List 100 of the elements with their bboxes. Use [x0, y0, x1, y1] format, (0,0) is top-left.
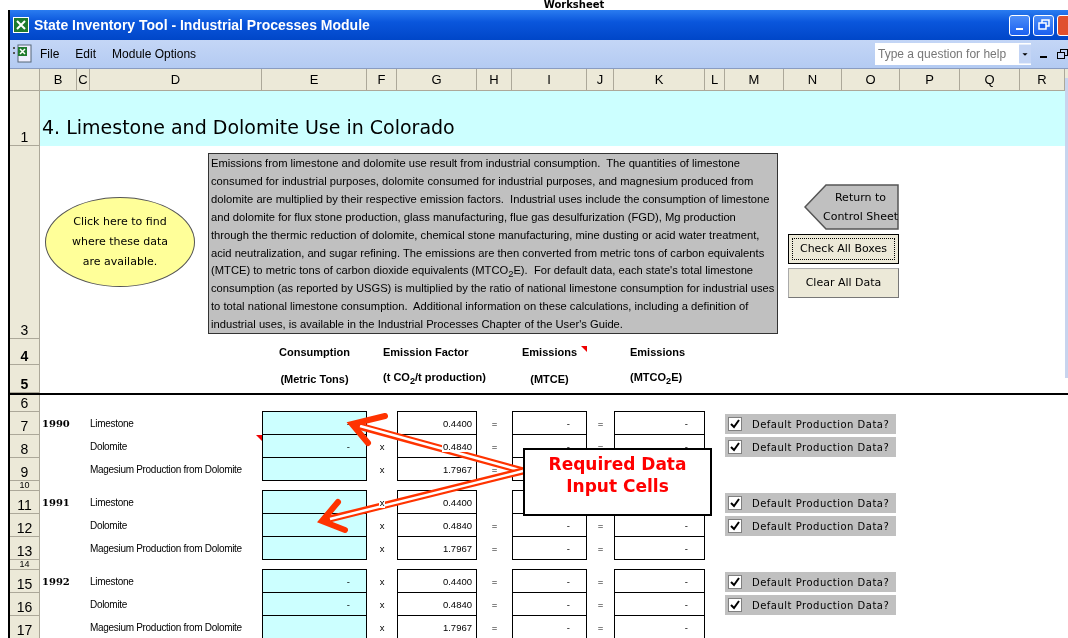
row-header[interactable]: 7 [10, 412, 40, 435]
column-header[interactable]: D [90, 69, 262, 90]
operator: = [490, 418, 499, 429]
operator: = [490, 441, 499, 452]
row-header[interactable]: 9 [10, 458, 40, 481]
default-data-checkbox[interactable]: Default Production Data? [725, 414, 896, 434]
checkmark-icon [730, 498, 740, 508]
menu-item[interactable]: Edit [75, 47, 97, 61]
column-header[interactable]: C [77, 69, 90, 90]
action-button[interactable]: Clear All Data [788, 268, 899, 298]
row-header[interactable]: 12 [10, 514, 40, 537]
restore-icon[interactable] [1057, 48, 1068, 60]
default-data-checkbox[interactable]: Default Production Data? [725, 437, 896, 457]
row-label: Magesium Production from Dolomite [90, 463, 243, 477]
callout-box: Required Data Input Cells [523, 448, 712, 516]
column-header[interactable]: B [40, 69, 77, 90]
column-header[interactable]: O [842, 69, 900, 90]
return-button[interactable]: Return to Control Sheet [804, 184, 899, 230]
column-header[interactable]: K [614, 69, 705, 90]
column-heading: (Metric Tons) [279, 373, 350, 385]
column-heading: Emissions [629, 346, 687, 358]
column-heading: (MTCE) [529, 373, 570, 385]
input-cell[interactable]: - [262, 569, 367, 593]
operator: = [596, 599, 605, 610]
row-label: Limestone [90, 417, 135, 431]
column-header[interactable]: P [900, 69, 960, 90]
row-header[interactable]: 1 [10, 91, 40, 146]
menu-item[interactable]: File [40, 47, 60, 61]
input-cell[interactable]: - [262, 434, 367, 458]
column-header[interactable]: G [397, 69, 477, 90]
minimize-icon [1016, 28, 1023, 30]
operator: = [490, 464, 499, 475]
row-header[interactable]: 13 [10, 537, 40, 560]
column-header[interactable]: E [262, 69, 367, 90]
table-cell: - [614, 536, 705, 560]
column-header[interactable]: L [705, 69, 725, 90]
operator: = [596, 418, 605, 429]
row-header[interactable]: 4 [10, 339, 40, 365]
row-header[interactable]: 3 [10, 146, 40, 339]
table-cell: 1.7967 [397, 536, 477, 560]
default-data-checkbox[interactable]: Default Production Data? [725, 516, 896, 536]
row-label: Magesium Production from Dolomite [90, 542, 243, 556]
table-cell: 0.4840 [397, 592, 477, 616]
column-header[interactable]: Q [960, 69, 1020, 90]
operator: = [596, 576, 605, 587]
row-header[interactable]: 5 [10, 365, 40, 393]
row-header[interactable]: 15 [10, 570, 40, 593]
table-cell: - [614, 569, 705, 593]
minimize-button[interactable] [1009, 14, 1030, 36]
input-cell[interactable] [262, 536, 367, 560]
spreadsheet-icon[interactable] [12, 44, 34, 64]
table-cell: 1.7967 [397, 457, 477, 481]
help-search-field[interactable]: Type a question for help [875, 43, 1031, 65]
row-header[interactable]: 6 [10, 395, 40, 412]
column-heading: Emissions [512, 346, 587, 358]
restore-icon [1037, 19, 1050, 31]
operator: = [490, 599, 499, 610]
checkmark-icon [730, 577, 740, 587]
column-header[interactable]: F [367, 69, 397, 90]
row-header[interactable]: 16 [10, 593, 40, 616]
checkmark-icon [730, 442, 740, 452]
row-header[interactable]: 11 [10, 491, 40, 514]
table-cell: - [614, 411, 705, 435]
input-cell[interactable]: - [262, 592, 367, 616]
column-heading: (t CO$_{2}$/t production) [383, 371, 487, 387]
column-header[interactable]: N [784, 69, 842, 90]
row-header[interactable]: 17 [10, 616, 40, 638]
checkmark-icon [730, 521, 740, 531]
default-data-checkbox[interactable]: Default Production Data? [725, 572, 896, 592]
column-heading: Consumption [278, 346, 351, 358]
row-label: Limestone [90, 575, 135, 589]
column-header[interactable]: J [587, 69, 614, 90]
input-cell[interactable] [262, 490, 367, 514]
table-cell: - [512, 615, 587, 638]
year-label: 1991 [41, 497, 71, 508]
row-header[interactable]: 14 [10, 560, 40, 570]
input-cell[interactable] [262, 457, 367, 481]
column-heading: Emission Factor [383, 346, 470, 358]
default-data-checkbox[interactable]: Default Production Data? [725, 595, 896, 615]
table-cell: - [512, 411, 587, 435]
column-header[interactable]: I [512, 69, 587, 90]
column-header[interactable]: M [725, 69, 784, 90]
dropdown-icon[interactable] [1019, 43, 1031, 65]
table-cell: - [614, 592, 705, 616]
operator: = [490, 622, 499, 633]
operator: = [490, 543, 499, 554]
action-button[interactable]: Check All Boxes [788, 234, 899, 264]
row-label: Dolomite [90, 519, 129, 533]
checkmark-icon [730, 419, 740, 429]
column-header[interactable]: H [477, 69, 512, 90]
info-bubble[interactable]: Click here to find where these data are available. [45, 197, 195, 287]
menu-item[interactable]: Module Options [112, 47, 197, 61]
row-header[interactable]: 8 [10, 435, 40, 458]
input-cell[interactable] [262, 615, 367, 638]
input-cell[interactable]: - [262, 411, 367, 435]
default-data-checkbox[interactable]: Default Production Data? [725, 493, 896, 513]
row-label: Dolomite [90, 435, 262, 458]
year-label: 1990 [41, 418, 71, 429]
restore-button[interactable] [1033, 14, 1054, 36]
row-label: Limestone [90, 496, 135, 510]
